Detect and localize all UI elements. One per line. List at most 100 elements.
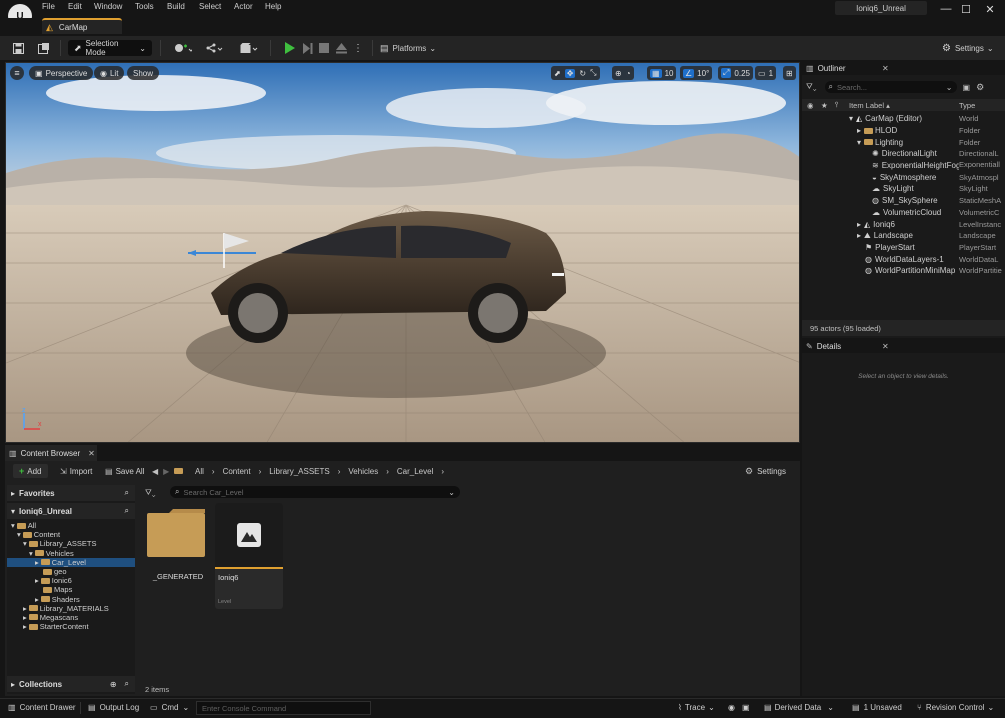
folder-tree-item[interactable]: ▸ Ionic6 xyxy=(7,576,135,585)
close-icon[interactable]: ✕ xyxy=(882,342,889,351)
menu-edit[interactable]: Edit xyxy=(68,2,82,11)
unsaved-button[interactable]: ▤ 1 Unsaved xyxy=(852,703,902,712)
breadcrumb-item[interactable]: Car_Level xyxy=(397,467,433,476)
menu-build[interactable]: Build xyxy=(167,2,185,11)
stop-icon[interactable] xyxy=(316,40,332,56)
visibility-column-icon[interactable]: ◉ xyxy=(807,101,814,110)
tree-row[interactable]: ✺ DirectionalLight DirectionalL xyxy=(802,148,1005,160)
gear-icon[interactable]: ⚙ xyxy=(976,82,984,93)
trace-dropdown[interactable]: ⌇ Trace ⌄ xyxy=(678,703,715,712)
folder-tree-item[interactable]: Maps xyxy=(7,585,135,594)
content-browse-icon[interactable] xyxy=(36,40,52,56)
settings-dropdown[interactable]: ⚙ Settings ⌄ xyxy=(942,40,994,56)
folder-tree-item[interactable]: ▸ Megascans xyxy=(7,613,135,622)
folder-tree-item[interactable]: ▾ Content xyxy=(7,530,135,539)
menu-window[interactable]: Window xyxy=(94,2,122,11)
camera-speed-button[interactable]: ▭ 1 xyxy=(755,66,777,80)
tab-carmap[interactable]: ◭ CarMap xyxy=(42,18,122,34)
translate-tool-icon[interactable]: ✥ xyxy=(564,68,576,78)
asset-tile-level[interactable]: Ioniq6 Level xyxy=(215,503,283,609)
add-collection-icon[interactable]: ⊕ xyxy=(110,680,117,689)
tree-row[interactable]: ≋ ExponentialHeightFog xyxy=(802,160,959,172)
derived-data-dropdown[interactable]: ▤ Derived Data ⌄ xyxy=(764,703,834,712)
search-icon[interactable]: ⌕ xyxy=(125,679,129,689)
select-tool-icon[interactable]: ⬈ xyxy=(554,69,561,78)
folder-tree-item[interactable]: geo xyxy=(7,567,135,576)
console-input[interactable]: Enter Console Command xyxy=(196,701,371,715)
selection-mode-dropdown[interactable]: ⬈ Selection Mode ⌄ xyxy=(68,39,152,57)
project-header[interactable]: ▾ Ioniq6_Unreal ⌕ xyxy=(7,503,135,519)
breadcrumb-item[interactable]: Content xyxy=(223,467,251,476)
import-button[interactable]: ⇲ Import xyxy=(60,464,92,478)
folder-tree-item[interactable]: ▾ Vehicles xyxy=(7,549,135,558)
maximize-viewport-icon[interactable]: ⊞ xyxy=(783,66,796,80)
folder-tree-item[interactable]: ▸ Shaders xyxy=(7,595,135,604)
scale-snap-button[interactable]: ⤢ 0.25 xyxy=(718,66,753,80)
revision-control-button[interactable]: ⑂ Revision Control ⌄ xyxy=(917,703,994,712)
tree-row[interactable]: ◍ SM_SkySphere StaticMeshA xyxy=(802,195,1005,207)
menu-select[interactable]: Select xyxy=(199,2,221,11)
forward-icon[interactable]: ▶ xyxy=(163,467,169,476)
type-column[interactable]: Type xyxy=(959,101,975,110)
tree-row[interactable]: ☁ SkyLight SkyLight xyxy=(802,183,1005,195)
folder-tree-item[interactable]: ▸ Library_MATERIALS xyxy=(7,604,135,613)
asset-filter-button[interactable]: ⛛⌄ xyxy=(145,486,156,499)
favorite-column-icon[interactable]: ★ xyxy=(821,101,828,110)
search-icon[interactable]: ⌕ xyxy=(125,506,129,516)
save-icon[interactable] xyxy=(10,40,26,56)
world-coords-icon[interactable]: ⊕ xyxy=(615,69,622,78)
cinematics-icon[interactable] xyxy=(238,40,260,56)
tree-row[interactable]: ◍ WorldDataLayers-1 WorldDataL xyxy=(802,253,1005,265)
tree-row[interactable]: ▾ Lighting Folder xyxy=(802,136,1005,148)
level-viewport[interactable]: ≡ ▣ Perspective ◉ Lit Show ⬈ ✥ ↻ ⤡ ⊕ ◔ ▦… xyxy=(5,62,800,443)
lit-button[interactable]: ◉ Lit xyxy=(94,66,125,80)
add-actor-icon[interactable] xyxy=(172,40,194,56)
cb-settings-button[interactable]: ⚙ Settings xyxy=(745,464,786,478)
grid-snap-button[interactable]: ▦ 10 xyxy=(647,66,677,80)
outliner-search-input[interactable]: ⌕ Search... ⌄ xyxy=(824,81,957,93)
viewport-menu-icon[interactable]: ≡ xyxy=(10,66,24,80)
folder-tree-item[interactable]: ▾ Library_ASSETS xyxy=(7,539,135,548)
close-icon[interactable]: ✕ xyxy=(882,64,889,73)
advance-frame-icon[interactable] xyxy=(299,40,315,56)
platforms-dropdown[interactable]: ▤ Platforms ⌄ xyxy=(380,40,436,56)
show-button[interactable]: Show xyxy=(127,66,160,80)
eject-icon[interactable] xyxy=(333,40,349,56)
menu-tools[interactable]: Tools xyxy=(135,2,154,11)
expand-arrow-icon[interactable]: ▸ xyxy=(857,126,861,135)
surface-snap-icon[interactable]: ◔ xyxy=(626,69,631,78)
tree-row[interactable]: ⚑ PlayerStart PlayerStart xyxy=(802,242,1005,254)
cmd-dropdown[interactable]: ▭ Cmd ⌄ xyxy=(150,703,189,712)
tree-row[interactable]: ▸ ◭ Ioniq6 LevelInstanc xyxy=(802,218,1005,230)
folder-tree-item[interactable]: ▸ StarterContent xyxy=(7,622,135,631)
content-drawer-button[interactable]: ▥ Content Drawer xyxy=(8,703,76,712)
asset-tile-folder[interactable]: _GENERATED xyxy=(147,505,209,609)
output-log-button[interactable]: ▤ Output Log xyxy=(88,703,139,712)
collections-header[interactable]: ▸ Collections ⊕ ⌕ xyxy=(7,676,135,692)
breadcrumb-item[interactable]: Library_ASSETS xyxy=(269,467,329,476)
scale-tool-icon[interactable]: ⤡ xyxy=(590,68,596,78)
perspective-button[interactable]: ▣ Perspective xyxy=(29,66,94,80)
rotation-snap-button[interactable]: ∠ 10° xyxy=(680,66,713,80)
close-icon[interactable]: ✕ xyxy=(88,449,95,458)
filter-icon[interactable]: ⛛⌄ xyxy=(806,82,817,92)
save-all-button[interactable]: ▤ Save All xyxy=(105,464,144,478)
screenshot-icon[interactable]: ▣ xyxy=(742,703,750,712)
rotate-tool-icon[interactable]: ↻ xyxy=(579,69,586,78)
play-icon[interactable] xyxy=(281,40,297,56)
menu-actor[interactable]: Actor xyxy=(234,2,253,11)
folder-tree-item[interactable]: ▾ All xyxy=(7,521,135,530)
details-tab[interactable]: ✎ Details ✕ xyxy=(802,340,1005,353)
close-button[interactable]: ✕ xyxy=(982,2,998,16)
pin-column-icon[interactable]: ⫯ xyxy=(835,100,838,110)
expand-arrow-icon[interactable]: ▸ xyxy=(857,220,861,229)
minimize-button[interactable]: — xyxy=(938,2,954,16)
tree-row[interactable]: ☁ VolumetricCloud VolumetricC xyxy=(802,207,1005,219)
add-folder-icon[interactable]: ▣ xyxy=(963,83,971,92)
favorites-header[interactable]: ▸ Favorites ⌕ xyxy=(7,485,135,501)
tree-row[interactable]: ▾ ◭ CarMap (Editor) World xyxy=(802,113,1005,125)
menu-help[interactable]: Help xyxy=(265,2,281,11)
menu-file[interactable]: File xyxy=(42,2,55,11)
asset-search-input[interactable]: ⌕ Search Car_Level ⌄ xyxy=(170,486,460,498)
tree-row[interactable]: ◍ WorldPartitionMiniMap WorldPartitie xyxy=(802,265,1005,277)
